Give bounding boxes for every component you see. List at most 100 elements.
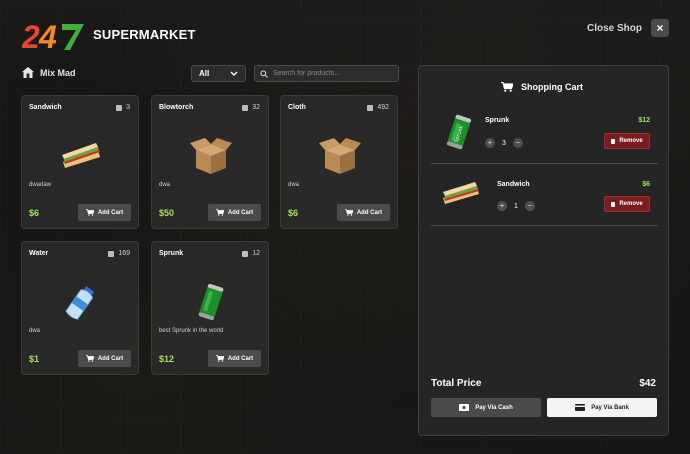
stock-count: 169 bbox=[108, 250, 130, 257]
stock-value: 169 bbox=[118, 250, 130, 257]
cart-icon bbox=[344, 209, 353, 216]
increase-quantity-button[interactable]: + bbox=[485, 138, 495, 148]
increase-quantity-button[interactable]: + bbox=[497, 201, 507, 211]
cart-icon bbox=[85, 355, 94, 362]
product-name: Blowtorch bbox=[159, 104, 194, 111]
stock-value: 12 bbox=[252, 250, 260, 257]
cart-icon bbox=[85, 209, 94, 216]
box-stock-icon bbox=[108, 250, 115, 257]
house-icon bbox=[22, 67, 34, 78]
soda-can-icon bbox=[188, 280, 234, 324]
decrease-quantity-button[interactable]: − bbox=[524, 201, 535, 211]
cart-item-quantity: 1 bbox=[514, 202, 518, 210]
cart-item: Sprunk Sprunk $12 + 3 − Remove bbox=[431, 102, 658, 164]
add-cart-label: Add Cart bbox=[97, 355, 124, 362]
close-icon[interactable]: × bbox=[651, 19, 669, 37]
sandwich-icon bbox=[58, 134, 104, 178]
product-description: best Sprunk in the world bbox=[159, 328, 224, 334]
add-to-cart-button[interactable]: Add Cart bbox=[208, 350, 261, 367]
svg-text:4: 4 bbox=[38, 19, 57, 52]
trash-icon bbox=[611, 138, 616, 144]
add-cart-label: Add Cart bbox=[227, 355, 254, 362]
product-price: $12 bbox=[159, 354, 175, 364]
add-cart-label: Add Cart bbox=[356, 209, 383, 216]
box-icon bbox=[188, 134, 234, 178]
filter-selected-value: All bbox=[199, 69, 210, 78]
credit-card-icon bbox=[575, 404, 586, 411]
stock-value: 3 bbox=[126, 104, 130, 111]
cart-icon bbox=[501, 82, 513, 92]
box-stock-icon bbox=[242, 250, 249, 257]
remove-button[interactable]: Remove bbox=[604, 196, 650, 212]
chevron-down-icon bbox=[230, 71, 238, 76]
box-icon bbox=[317, 134, 363, 178]
add-to-cart-button[interactable]: Add Cart bbox=[78, 204, 131, 221]
product-price: $50 bbox=[159, 208, 175, 218]
product-name: Water bbox=[29, 250, 49, 257]
cart-item-quantity: 3 bbox=[502, 139, 506, 147]
category-filter-select[interactable]: All bbox=[191, 65, 246, 82]
add-to-cart-button[interactable]: Add Cart bbox=[208, 204, 261, 221]
product-price: $6 bbox=[288, 208, 299, 218]
cart-item-name: Sprunk bbox=[485, 117, 510, 124]
product-card: Cloth 492 dwa $6 Add Cart bbox=[280, 95, 398, 229]
quantity-stepper: + 1 − bbox=[497, 201, 535, 211]
total-price-label: Total Price bbox=[431, 378, 482, 389]
product-name: Sprunk bbox=[159, 250, 184, 257]
product-card: Sandwich 3 dwadaw $6 Add Cart bbox=[21, 95, 139, 229]
product-card: Sprunk 12 best Sprunk in the world $12 Add C… bbox=[151, 241, 269, 375]
search-input[interactable] bbox=[273, 70, 393, 77]
add-cart-label: Add Cart bbox=[97, 209, 124, 216]
cart-item-price: $6 bbox=[642, 181, 650, 188]
search-icon bbox=[260, 69, 268, 78]
decrease-quantity-button[interactable]: − bbox=[512, 138, 523, 148]
pay-via-bank-button[interactable]: Pay Via Bank bbox=[547, 398, 657, 417]
pay-bank-label: Pay Via Bank bbox=[591, 404, 629, 411]
trash-icon bbox=[611, 201, 616, 207]
close-shop-label[interactable]: Close Shop bbox=[587, 23, 642, 34]
total-price-value: $42 bbox=[639, 378, 656, 389]
box-stock-icon bbox=[367, 104, 374, 111]
pay-cash-label: Pay Via Cash bbox=[475, 404, 513, 411]
pay-via-cash-button[interactable]: Pay Via Cash bbox=[431, 398, 541, 417]
stock-count: 32 bbox=[242, 104, 260, 111]
cart-item: Sandwich $6 + 1 − Remove bbox=[431, 164, 658, 226]
stock-value: 32 bbox=[252, 104, 260, 111]
add-to-cart-button[interactable]: Add Cart bbox=[337, 204, 390, 221]
stock-count: 492 bbox=[367, 104, 389, 111]
search-box[interactable] bbox=[254, 65, 399, 82]
remove-button[interactable]: Remove bbox=[604, 133, 650, 149]
stock-count: 12 bbox=[242, 250, 260, 257]
product-description: dwadaw bbox=[29, 182, 52, 188]
cart-icon bbox=[215, 209, 224, 216]
stock-count: 3 bbox=[116, 104, 130, 111]
shopping-cart-panel: Shopping Cart Sprunk Sprunk $12 + 3 − Re… bbox=[418, 65, 669, 436]
player-name: Mix Mad bbox=[40, 67, 76, 78]
sandwich-icon bbox=[443, 182, 479, 204]
add-cart-label: Add Cart bbox=[227, 209, 254, 216]
logo-24-7-icon: 2 4 bbox=[22, 19, 84, 52]
cart-item-name: Sandwich bbox=[497, 181, 530, 188]
cart-header: Shopping Cart bbox=[501, 82, 583, 92]
product-name: Cloth bbox=[288, 104, 306, 111]
product-name: Sandwich bbox=[29, 104, 62, 111]
quantity-stepper: + 3 − bbox=[485, 138, 523, 148]
product-card: Water 169 dwa $1 Add Cart bbox=[21, 241, 139, 375]
product-card: Blowtorch 32 dwa $50 Add Cart bbox=[151, 95, 269, 229]
remove-label: Remove bbox=[619, 201, 643, 207]
product-price: $1 bbox=[29, 354, 40, 364]
stock-value: 492 bbox=[377, 104, 389, 111]
product-price: $6 bbox=[29, 208, 40, 218]
remove-label: Remove bbox=[619, 138, 643, 144]
box-stock-icon bbox=[116, 104, 123, 111]
player-info: Mix Mad bbox=[22, 67, 76, 78]
svg-text:2: 2 bbox=[22, 19, 40, 52]
add-to-cart-button[interactable]: Add Cart bbox=[78, 350, 131, 367]
product-description: dwa bbox=[29, 328, 41, 334]
page-title: SUPERMARKET bbox=[93, 27, 196, 42]
soda-can-icon: Sprunk bbox=[446, 114, 472, 150]
product-description: dwa bbox=[288, 182, 300, 188]
cart-item-price: $12 bbox=[638, 117, 650, 124]
cart-title: Shopping Cart bbox=[521, 82, 583, 92]
water-bottle-icon bbox=[58, 280, 104, 324]
